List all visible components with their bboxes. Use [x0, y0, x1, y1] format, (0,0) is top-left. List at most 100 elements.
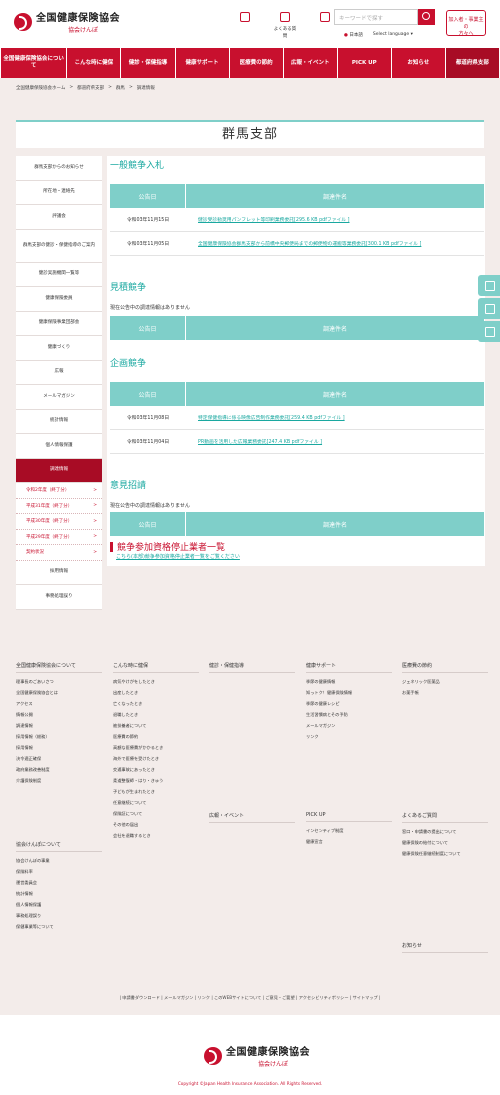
lang-select[interactable]: Select language ▾	[373, 32, 413, 38]
lang-japanese[interactable]: ● 日本語	[344, 32, 363, 38]
gnav-about[interactable]: 全国健康保険協会について	[0, 48, 68, 78]
side-item-recruit[interactable]: 採用情報	[16, 560, 102, 585]
suspended-list-link[interactable]: こちら(本部)競争参加資格停止業者一覧をご覧ください	[116, 553, 240, 560]
side-nav: 群馬支部からのお知らせ 所在地・連絡先 評議会 群馬支部の健診・保健指導のご案内…	[16, 156, 102, 610]
table-row: 令和03年11月04日 PR動画を活用した広報業務委託[247.4 KB pdfフ…	[110, 430, 484, 454]
table-row: 令和03年11月15日 健診受診勧奨用パンフレット等印刷業務委託[295.6 KB…	[110, 208, 484, 232]
speech-icon	[280, 12, 290, 22]
header-link-documents[interactable]	[232, 12, 258, 39]
smartphone-icon	[320, 12, 330, 22]
search-button[interactable]	[418, 9, 435, 25]
footer-logo[interactable]: 全国健康保険協会 協会けんぽ	[204, 1043, 310, 1068]
side-item-association[interactable]: 健康保険事業団部会	[16, 311, 102, 336]
logo-sub-text: 協会けんぽ	[68, 27, 99, 34]
general-bid-table: 公告日 調達件名 令和03年11月15日 健診受診勧奨用パンフレット等印刷業務委託[…	[110, 184, 484, 256]
side-sub-h30[interactable]: 平成30年度（終了分） >	[16, 514, 102, 530]
radio-dot-icon: ●	[344, 33, 348, 38]
footer-col-health: 健康サポート 季節の健康情報 知っトク！健康保険情報 季節の健康レシピ 生活習慣…	[306, 662, 392, 745]
section-title-opinion: 意見招請	[110, 481, 147, 491]
footer-col-kyokai: 協会けんぽについて 協会けんぽの事業 保険料率 運営委員会 統計情報 個人情報保…	[16, 841, 102, 935]
site-header: 全国健康保険協会 協会けんぽ よくある質問 キーワードで探す ● 日本語 Sel…	[0, 0, 500, 48]
header-link-faq[interactable]: よくある質問	[272, 12, 298, 39]
breadcrumb-branches[interactable]: 都道府県支部	[77, 85, 104, 91]
side-item-privacy[interactable]: 個人情報保護	[16, 434, 102, 459]
no-info-note: 現在公告中の調達情報はありません	[110, 305, 190, 311]
side-sub-contracts[interactable]: 契約状況 >	[16, 545, 102, 561]
gnav-when[interactable]: こんな時に健保	[67, 48, 122, 78]
logo-mark-icon	[14, 12, 32, 31]
side-item-mailmag[interactable]: メールマガジン	[16, 385, 102, 410]
section-title-quotation: 見積競争	[110, 283, 147, 293]
gnav-pr-events[interactable]: 広報・イベント	[284, 48, 338, 78]
chevron-right-icon: >	[93, 503, 97, 509]
side-item-errors[interactable]: 事務処理誤り	[16, 585, 102, 610]
copyright: Copyright ©Japan Health Insurance Associ…	[177, 1081, 323, 1086]
footer-col-faq: よくあるご質問 窓口・申請書の提出について 健康保険の給付について 健康保険任意…	[402, 812, 488, 862]
section-title-general-bid: 一般競争入札	[110, 161, 165, 171]
chevron-right-icon: >	[93, 487, 97, 493]
footer-col-savings: 医療費の節約 ジェネリック医薬品 お薬手帳	[402, 662, 488, 701]
float-tab-search-icon[interactable]	[478, 321, 500, 342]
logo-mark-icon	[204, 1046, 222, 1065]
page-title: 群馬支部	[221, 127, 278, 142]
breadcrumb: 全国健康保険協会ホーム > 都道府県支部 > 群馬 > 調達情報	[16, 85, 155, 91]
chevron-right-icon: >	[93, 549, 97, 555]
footer-col-checkup: 健診・保健指導	[209, 662, 295, 679]
side-item-news[interactable]: 群馬支部からのお知らせ	[16, 156, 102, 181]
global-nav: 全国健康保険協会について こんな時に健保 健診・保健指導 健康サポート 医療費の…	[0, 48, 500, 78]
procurement-link[interactable]: 特定保健指導に係る映像広告制作業務委託[259.4 KB pdfファイル ]	[186, 406, 484, 429]
proposal-table: 公告日 調達件名 令和03年11月08日 特定保健指導に係る映像広告制作業務委託[2…	[110, 382, 484, 454]
join-button[interactable]: 加入者・事業主の 方々へ	[446, 10, 486, 37]
gnav-news[interactable]: お知らせ	[392, 48, 446, 78]
side-item-council[interactable]: 評議会	[16, 205, 102, 230]
footer-col-pickup: PICK UP インセンティブ制度 健康宣言	[306, 812, 392, 850]
side-sub-h31[interactable]: 平成31年度（終了分） >	[16, 498, 102, 514]
procurement-link[interactable]: PR動画を活用した広報業務委託[247.4 KB pdfファイル ]	[186, 430, 484, 453]
gnav-medical-savings[interactable]: 医療費の節約	[230, 48, 284, 78]
site-logo[interactable]: 全国健康保険協会 協会けんぽ	[14, 9, 120, 34]
side-item-procurement[interactable]: 調達情報	[16, 458, 102, 483]
no-info-note: 現在公告中の調達情報はありません	[110, 503, 190, 509]
footer-col-pr: 広報・イベント	[209, 812, 295, 829]
table-head-date: 公告日	[110, 184, 186, 208]
breadcrumb-current: 調達情報	[136, 86, 155, 91]
float-tab-document-icon[interactable]	[478, 275, 500, 296]
logo-main-text: 全国健康保険協会	[36, 13, 120, 24]
document-icon	[240, 12, 250, 22]
gnav-pickup[interactable]: PICK UP	[338, 48, 392, 78]
side-sub-r2[interactable]: 令和2年度（終了分） >	[16, 483, 102, 499]
table-row: 令和03年11月05日 全国健康保険協会群馬支部から前橋中央郵便局までの郵便物の運…	[110, 232, 484, 256]
section-title-suspended: 競争参加資格停止業者一覧	[110, 540, 225, 553]
side-item-checkup-facilities[interactable]: 健診実施機関一覧等	[16, 262, 102, 287]
side-item-pr[interactable]: 広報	[16, 360, 102, 385]
gnav-health-support[interactable]: 健康サポート	[176, 48, 230, 78]
gnav-checkup[interactable]: 健診・保健指導	[121, 48, 176, 78]
chevron-right-icon: >	[93, 518, 97, 524]
footer-col-when: こんな時に健保 病気やけがをしたとき 出産したとき 亡くなったとき 退職したとき…	[113, 662, 199, 844]
side-item-address[interactable]: 所在地・連絡先	[16, 180, 102, 205]
footer-col-about: 全国健康保険協会について 理事長のごあいさつ 全国健康保険協会とは アクセス 情…	[16, 662, 102, 789]
side-item-health[interactable]: 健康づくり	[16, 336, 102, 361]
gnav-branches[interactable]: 都道府県支部	[445, 48, 500, 78]
table-head-name: 調達件名	[322, 193, 347, 201]
procurement-link[interactable]: 全国健康保険協会群馬支部から前橋中央郵便局までの郵便物の運搬等業務委託[300.…	[186, 232, 484, 255]
side-item-insurance-committee[interactable]: 健康保険委員	[16, 287, 102, 312]
side-item-statistics[interactable]: 統計情報	[16, 409, 102, 434]
side-item-checkup-guide[interactable]: 群馬支部の健診・保健指導のご案内	[16, 229, 102, 263]
opinion-table: 公告日 調達件名	[110, 512, 484, 536]
floating-tabs	[478, 275, 500, 344]
table-row: 令和03年11月08日 特定保健指導に係る映像広告制作業務委託[259.4 KB …	[110, 406, 484, 430]
quotation-table: 公告日 調達件名	[110, 316, 484, 340]
procurement-link[interactable]: 健診受診勧奨用パンフレット等印刷業務委託[295.6 KB pdfファイル ]	[186, 208, 484, 231]
search-input[interactable]: キーワードで探す	[334, 9, 418, 25]
float-tab-chat-icon[interactable]	[478, 298, 500, 319]
section-title-proposal: 企画競争	[110, 359, 147, 369]
title-bar	[110, 541, 113, 552]
page-title-box: 群馬支部	[16, 120, 484, 148]
side-sub-h29[interactable]: 平成29年度（終了分） >	[16, 529, 102, 545]
footer-col-news: お知らせ	[402, 942, 488, 959]
breadcrumb-gunma[interactable]: 群馬	[116, 85, 125, 91]
chevron-right-icon: >	[93, 534, 97, 540]
footer-bottom-links[interactable]: | 申請書ダウンロード | メールマガジン | リンク | このWEBサイトにつ…	[0, 995, 500, 1001]
breadcrumb-home[interactable]: 全国健康保険協会ホーム	[16, 85, 65, 91]
